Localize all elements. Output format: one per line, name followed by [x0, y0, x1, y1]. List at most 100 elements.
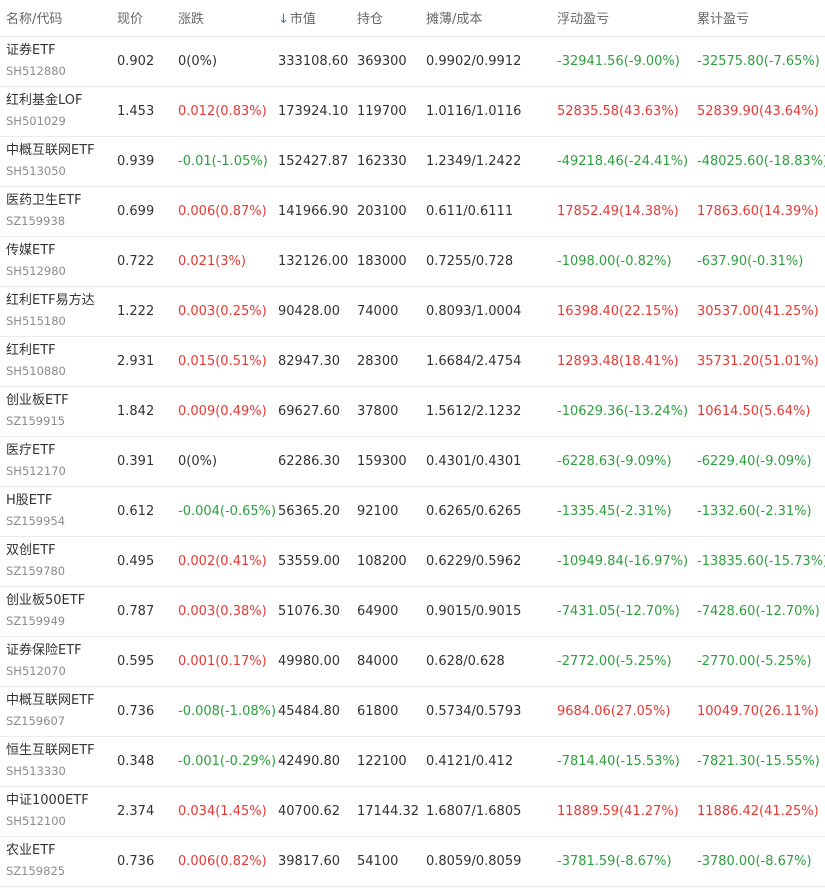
table-row[interactable]: 恒生互联网ETF SH513330 0.348 -0.001(-0.29%) 42490…: [0, 736, 825, 786]
total-pl-cell: -13835.60(-15.73%): [697, 553, 825, 569]
total-pl-cell: -32575.80(-7.65%): [697, 53, 820, 69]
table-row[interactable]: 农业ETF SZ159825 0.736 0.006(0.82%) 39817.60 54…: [0, 836, 825, 886]
total-pl-cell: 10049.70(26.11%): [697, 703, 819, 719]
table-row[interactable]: 红利ETF SH510880 2.931 0.015(0.51%) 82947.30 28…: [0, 336, 825, 386]
float-pl-cell: -10949.84(-16.97%): [557, 553, 689, 569]
table-row[interactable]: 证券保险ETF SH512070 0.595 0.001(0.17%) 49980.00…: [0, 636, 825, 686]
market-value-cell: 69627.60: [278, 403, 341, 419]
holdings-cell: 64900: [357, 603, 399, 619]
fund-code: SZ159938: [6, 214, 66, 228]
col-header-holdings[interactable]: 持仓: [351, 0, 420, 37]
cost-cell: 1.6807/1.6805: [426, 803, 522, 819]
table-row[interactable]: 证券ETF SH512880 0.902 0(0%) 333108.60 369300 0.…: [0, 36, 825, 86]
fund-name-cell[interactable]: 中概互联网ETF SH513050: [0, 136, 111, 186]
col-header-float-pl[interactable]: 浮动盈亏: [551, 0, 691, 37]
holdings-cell: 159300: [357, 453, 407, 469]
fund-name: 红利ETF易方达: [6, 293, 95, 308]
market-value-cell: 42490.80: [278, 753, 341, 769]
table-row[interactable]: 中概互联网ETF SH513050 0.939 -0.01(-1.05%) 152427…: [0, 136, 825, 186]
fund-name-cell[interactable]: 创业板50ETF SZ159949: [0, 586, 111, 636]
price-cell: 0.736: [117, 853, 155, 869]
market-value-cell: 39817.60: [278, 853, 341, 869]
fund-name-cell[interactable]: 红利ETF SH510880: [0, 336, 111, 386]
cost-cell: 0.628/0.628: [426, 653, 505, 669]
price-cell: 1.222: [117, 303, 155, 319]
arrow-down-icon: ↓: [278, 12, 289, 28]
holdings-cell: 37800: [357, 403, 399, 419]
price-cell: 0.495: [117, 553, 155, 569]
change-cell: -0.01(-1.05%): [178, 153, 268, 169]
float-pl-cell: -7431.05(-12.70%): [557, 603, 680, 619]
holdings-cell: 74000: [357, 303, 399, 319]
fund-code: SZ159915: [6, 414, 66, 428]
table-row[interactable]: 医疗ETF SH512170 0.391 0(0%) 62286.30 159300 0.4…: [0, 436, 825, 486]
price-cell: 0.722: [117, 253, 155, 269]
change-cell: 0.003(0.25%): [178, 303, 267, 319]
float-pl-cell: 52835.58(43.63%): [557, 103, 679, 119]
fund-name-cell[interactable]: 医药卫生ETF SZ159938: [0, 186, 111, 236]
holdings-cell: 28300: [357, 353, 399, 369]
market-value-cell: 333108.60: [278, 53, 349, 69]
table-row[interactable]: 双创ETF SZ159780 0.495 0.002(0.41%) 53559.00 10…: [0, 536, 825, 586]
holdings-cell: 108200: [357, 553, 407, 569]
fund-name-cell[interactable]: 证券ETF SH512880: [0, 36, 111, 86]
table-row[interactable]: 中证1000ETF SH512100 2.374 0.034(1.45%) 40700.…: [0, 786, 825, 836]
fund-name-cell[interactable]: 双创ETF SZ159780: [0, 536, 111, 586]
market-value-cell: 82947.30: [278, 353, 341, 369]
float-pl-cell: 9684.06(27.05%): [557, 703, 671, 719]
col-header-change[interactable]: 涨跌: [172, 0, 272, 37]
col-header-cost[interactable]: 摊薄/成本: [420, 0, 551, 37]
fund-name-cell[interactable]: 红利ETF易方达 SH515180: [0, 286, 111, 336]
float-pl-cell: -2772.00(-5.25%): [557, 653, 672, 669]
table-row[interactable]: 红利ETF易方达 SH515180 1.222 0.003(0.25%) 90428.0…: [0, 286, 825, 336]
col-header-price[interactable]: 现价: [111, 0, 172, 37]
header-row: 名称/代码 现价 涨跌 ↓市值 持仓 摊薄/成本 浮动盈亏 累计盈亏: [0, 0, 825, 37]
fund-code: SH512980: [6, 264, 66, 278]
table-row[interactable]: 中概互联网ETF SZ159607 0.736 -0.008(-1.08%) 45484…: [0, 686, 825, 736]
fund-name: 中概互联网ETF: [6, 693, 95, 708]
fund-code: SH510880: [6, 364, 66, 378]
table-row[interactable]: H股ETF SZ159954 0.612 -0.004(-0.65%) 56365.20…: [0, 486, 825, 536]
table-row[interactable]: 创业板50ETF SZ159949 0.787 0.003(0.38%) 51076.3…: [0, 586, 825, 636]
table-row[interactable]: 传媒ETF SH512980 0.722 0.021(3%) 132126.00 1830…: [0, 236, 825, 286]
table-row[interactable]: 创业板ETF SZ159915 1.842 0.009(0.49%) 69627.60 3…: [0, 386, 825, 436]
fund-name-cell[interactable]: 中证1000ETF SH512100: [0, 786, 111, 836]
change-cell: 0.002(0.41%): [178, 553, 267, 569]
fund-name-cell[interactable]: 中概互联网ETF SZ159607: [0, 686, 111, 736]
fund-name: 中概互联网ETF: [6, 143, 95, 158]
market-value-cell: 152427.87: [278, 153, 349, 169]
price-cell: 0.787: [117, 603, 155, 619]
market-value-cell: 53559.00: [278, 553, 341, 569]
price-cell: 0.902: [117, 53, 155, 69]
fund-name-cell[interactable]: 传媒ETF SH512980: [0, 236, 111, 286]
fund-name-cell[interactable]: 证券保险ETF SH512070: [0, 636, 111, 686]
col-header-name[interactable]: 名称/代码: [0, 0, 111, 37]
fund-name-cell[interactable]: 红利基金LOF SH501029: [0, 86, 111, 136]
total-pl-cell: 10614.50(5.64%): [697, 403, 811, 419]
table-row[interactable]: 医药卫生ETF SZ159938 0.699 0.006(0.87%) 141966.9…: [0, 186, 825, 236]
fund-name-cell[interactable]: 农业ETF SZ159825: [0, 836, 111, 886]
fund-name-cell[interactable]: H股ETF SZ159954: [0, 486, 111, 536]
fund-name-cell[interactable]: 恒生互联网ETF SH513330: [0, 736, 111, 786]
fund-name-cell[interactable]: 创业板ETF SZ159915: [0, 386, 111, 436]
fund-name: 传媒ETF: [6, 243, 56, 258]
cost-cell: 1.5612/2.1232: [426, 403, 522, 419]
float-pl-cell: 11889.59(41.27%): [557, 803, 679, 819]
total-pl-cell: 30537.00(41.25%): [697, 303, 819, 319]
change-cell: 0.001(0.17%): [178, 653, 267, 669]
fund-name: 农业ETF: [6, 843, 56, 858]
col-header-total-pl[interactable]: 累计盈亏: [691, 0, 825, 37]
price-cell: 2.931: [117, 353, 155, 369]
price-cell: 2.374: [117, 803, 155, 819]
price-cell: 0.736: [117, 703, 155, 719]
cost-cell: 0.7255/0.728: [426, 253, 514, 269]
total-pl-cell: 35731.20(51.01%): [697, 353, 819, 369]
fund-code: SH512170: [6, 464, 66, 478]
fund-code: SZ159607: [6, 714, 66, 728]
holdings-cell: 84000: [357, 653, 399, 669]
market-value-cell: 56365.20: [278, 503, 341, 519]
fund-name-cell[interactable]: 医疗ETF SH512170: [0, 436, 111, 486]
table-row[interactable]: 红利基金LOF SH501029 1.453 0.012(0.83%) 173924.1…: [0, 86, 825, 136]
col-header-market-value[interactable]: ↓市值: [272, 0, 351, 37]
float-pl-cell: -49218.46(-24.41%): [557, 153, 689, 169]
